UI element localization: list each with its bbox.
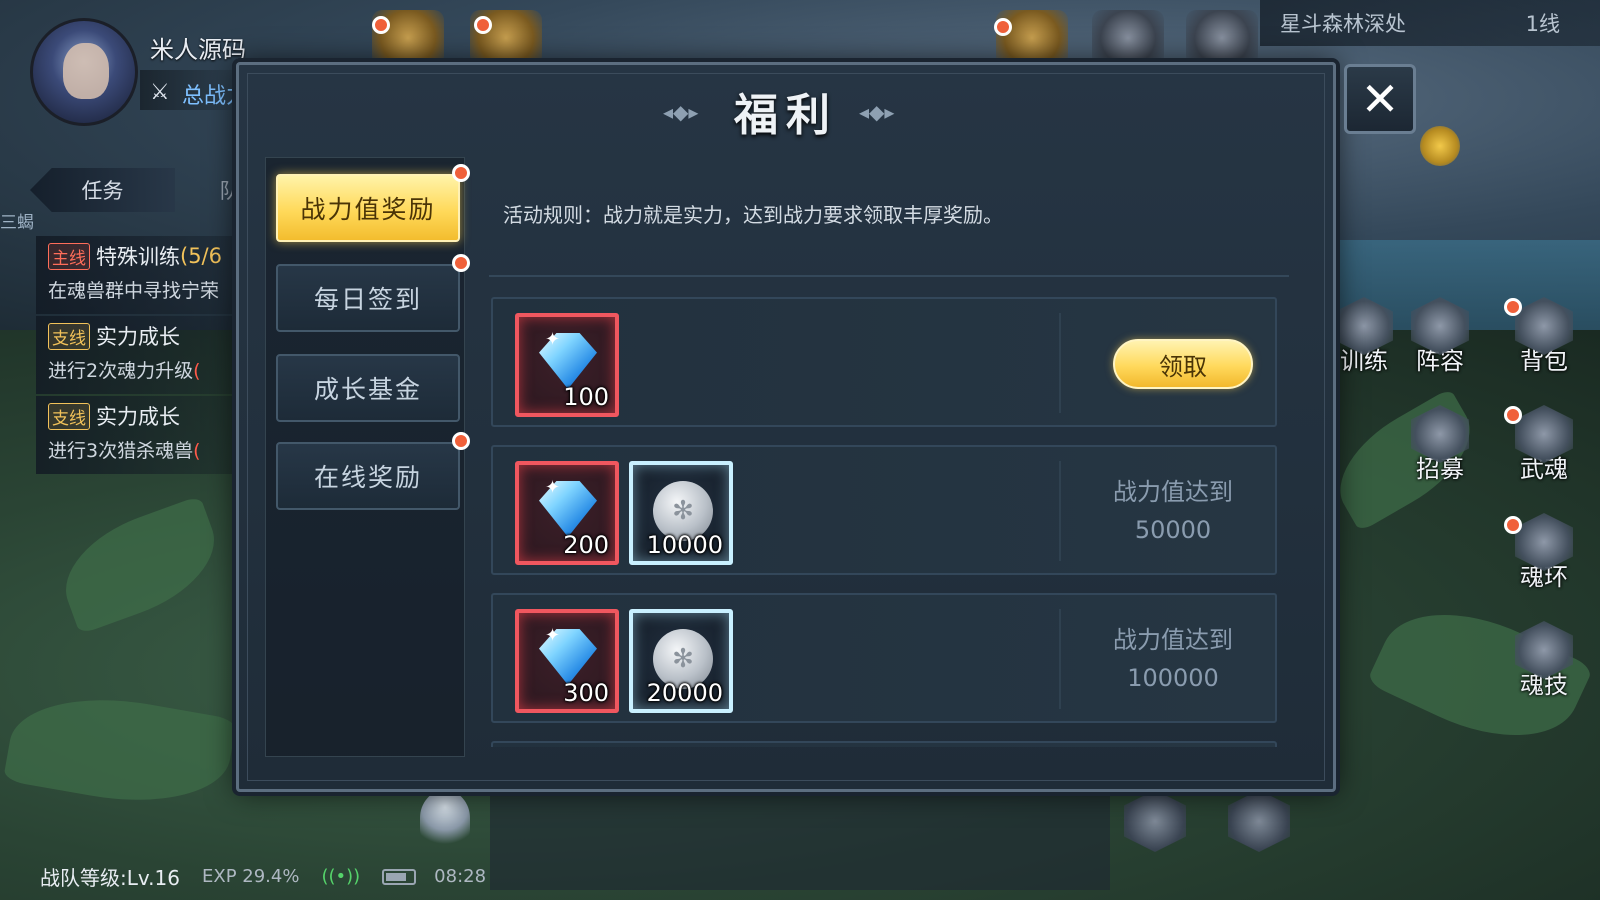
task-description-row: 进行2次魂力升级( xyxy=(48,356,246,383)
item-quantity: 200 xyxy=(563,531,609,559)
status-bar: 战队等级:Lv.16 EXP 29.4% ((•)) 08:28 xyxy=(40,862,486,891)
requirement-label: 战力值达到 xyxy=(1113,478,1233,506)
sparkle-icon: ✦ xyxy=(545,477,561,498)
location-name: 星斗森林深处 xyxy=(1280,12,1406,36)
nav-online-reward[interactable]: 在线奖励 xyxy=(276,432,470,510)
reward-item-diamond[interactable]: ✦ 300 xyxy=(515,609,619,713)
welfare-dialog: ◂◆▸ 福利 ◂◆▸ 战力值奖励 每日签到 成长基金 在线奖励 活动规则：战力就… xyxy=(236,62,1336,792)
reward-item-coin[interactable]: ✻ 10000 xyxy=(629,461,733,565)
reward-row xyxy=(491,741,1277,747)
notification-dot xyxy=(372,16,390,34)
task-description: 在魂兽群中寻找宁荣 xyxy=(48,280,220,302)
notification-dot xyxy=(1504,406,1522,424)
notification-dot xyxy=(1504,516,1522,534)
task-progress: ( xyxy=(193,360,201,382)
power-requirement: 战力值达到 100000 xyxy=(1073,621,1273,697)
reward-row: ✦ 300 ✻ 20000 战力值达到 100000 xyxy=(491,593,1277,723)
task-tag-side: 支线 xyxy=(48,402,90,430)
notification-dot xyxy=(452,164,470,182)
divider xyxy=(1059,609,1061,709)
crossed-swords-icon: ⚔ xyxy=(150,80,170,105)
trophy-icon[interactable] xyxy=(1092,10,1164,66)
item-quantity: 300 xyxy=(563,679,609,707)
notification-dot xyxy=(452,432,470,450)
task-description-row: 进行3次猎杀魂兽( xyxy=(48,436,246,463)
task-description: 进行3次猎杀魂兽 xyxy=(48,440,194,462)
nav-label: 每日签到 xyxy=(313,285,422,314)
divider xyxy=(1059,313,1061,413)
task-title: 实力成长 xyxy=(96,405,180,429)
battery-icon xyxy=(382,868,417,885)
task-description: 进行2次魂力升级 xyxy=(48,360,194,382)
team-level: 战队等级:Lv.16 xyxy=(40,866,180,890)
item-quantity: 10000 xyxy=(646,531,723,559)
wifi-icon: ((•)) xyxy=(321,866,361,887)
player-avatar[interactable] xyxy=(30,18,138,126)
reward-item-diamond[interactable]: ✦ 200 xyxy=(515,461,619,565)
notification-dot xyxy=(1504,298,1522,316)
reward-list[interactable]: ✦ 100 领取 ✦ 200 ✻ 10000 战力值达到 50000 ✦ 300… xyxy=(491,297,1281,747)
reward-item-diamond[interactable]: ✦ 100 xyxy=(515,313,619,417)
requirement-value: 50000 xyxy=(1134,516,1212,544)
recruit-button[interactable]: 招募 xyxy=(1402,398,1478,484)
title-ornament-right: ◂◆▸ xyxy=(859,100,895,124)
quest-arrow-icon[interactable] xyxy=(1420,126,1460,166)
task-tag-side: 支线 xyxy=(48,322,90,350)
nav-daily-sign-in[interactable]: 每日签到 xyxy=(276,254,470,332)
reward-item-coin[interactable]: ✻ 20000 xyxy=(629,609,733,713)
total-power-label: 总战力 xyxy=(182,84,234,109)
reward-row: ✦ 200 ✻ 10000 战力值达到 50000 xyxy=(491,445,1277,575)
item-quantity: 100 xyxy=(563,383,609,411)
location-bar[interactable]: 星斗森林深处 1线 xyxy=(1260,0,1600,46)
task-tag-main: 主线 xyxy=(48,242,90,270)
claim-button[interactable]: 领取 xyxy=(1113,339,1253,389)
requirement-value: 100000 xyxy=(1127,664,1219,692)
task-item[interactable]: 主线 特殊训练 (5/6 在魂兽群中寻找宁荣 xyxy=(36,236,246,314)
welfare-nav: 战力值奖励 每日签到 成长基金 在线奖励 xyxy=(265,157,470,757)
power-requirement: 战力值达到 50000 xyxy=(1073,473,1273,549)
ranking-icon[interactable] xyxy=(1186,10,1258,66)
training-button[interactable]: 训练 xyxy=(1326,290,1402,376)
clock-time: 08:28 xyxy=(434,866,487,887)
nav-label: 在线奖励 xyxy=(313,463,422,492)
reward-row: ✦ 100 领取 xyxy=(491,297,1277,427)
task-tabs: 任务 队 xyxy=(30,168,241,212)
tab-tasks[interactable]: 任务 xyxy=(30,168,175,212)
edge-label: 三蝎 xyxy=(0,213,34,233)
notification-dot xyxy=(994,18,1012,36)
soul-skill-button[interactable]: 魂技 xyxy=(1506,614,1582,700)
nav-power-reward[interactable]: 战力值奖励 xyxy=(276,164,470,242)
sparkle-icon: ✦ xyxy=(545,625,561,646)
task-list: 主线 特殊训练 (5/6 在魂兽群中寻找宁荣 支线 实力成长 进行2次魂力升级(… xyxy=(36,236,246,476)
character-figure-icon[interactable] xyxy=(420,790,470,846)
server-line[interactable]: 1线 xyxy=(1526,8,1560,38)
dialog-title: 福利 xyxy=(734,90,838,141)
item-quantity: 20000 xyxy=(646,679,723,707)
task-item[interactable]: 支线 实力成长 进行3次猎杀魂兽( xyxy=(36,396,246,474)
nav-growth-fund[interactable]: 成长基金 xyxy=(276,354,460,422)
nav-label: 战力值奖励 xyxy=(300,195,436,224)
bottom-panel xyxy=(490,790,1110,890)
close-button[interactable]: ✕ xyxy=(1344,64,1416,134)
task-title: 实力成长 xyxy=(96,325,180,349)
close-icon: ✕ xyxy=(1360,72,1400,126)
nav-label: 成长基金 xyxy=(313,375,422,404)
lineup-button[interactable]: 阵容 xyxy=(1402,290,1478,376)
task-progress: ( xyxy=(193,440,201,462)
task-title: 特殊训练 xyxy=(96,245,180,269)
task-progress: (5/6 xyxy=(180,244,222,268)
sparkle-icon: ✦ xyxy=(545,329,561,350)
divider xyxy=(489,275,1289,277)
notification-dot xyxy=(474,16,492,34)
activity-rule: 活动规则：战力就是实力，达到战力要求领取丰厚奖励。 xyxy=(503,203,1003,227)
divider xyxy=(1059,461,1061,561)
player-name: 米人源码 xyxy=(150,36,246,64)
requirement-label: 战力值达到 xyxy=(1113,626,1233,654)
notification-dot xyxy=(452,254,470,272)
task-item[interactable]: 支线 实力成长 进行2次魂力升级( xyxy=(36,316,246,394)
exp-percent: EXP 29.4% xyxy=(201,866,300,887)
